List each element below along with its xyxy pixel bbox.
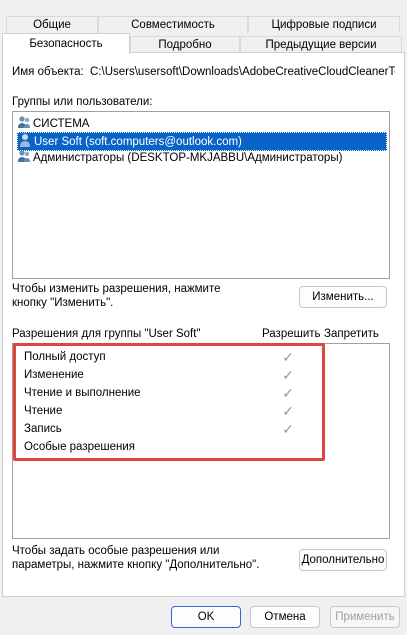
- apply-button[interactable]: Применить: [330, 606, 400, 628]
- list-item-system[interactable]: СИСТЕМА: [17, 115, 89, 132]
- permission-write: Запись: [24, 423, 62, 435]
- users-group-icon: [18, 150, 30, 162]
- allow-check-icon: ✓: [282, 367, 294, 383]
- object-path: C:\Users\usersoft\Downloads\AdobeCreativ…: [90, 66, 395, 78]
- list-item-label: Администраторы (DESKTOP-MKJABBU\Админист…: [33, 152, 343, 164]
- allow-check-icon: ✓: [282, 403, 294, 419]
- permission-modify: Изменение: [24, 369, 84, 381]
- deny-column-header: Запретить: [324, 328, 379, 340]
- allow-check-icon: ✓: [282, 349, 294, 365]
- allow-check-icon: ✓: [282, 385, 294, 401]
- permissions-header: Разрешения для группы "User Soft": [12, 328, 201, 340]
- advanced-button[interactable]: Дополнительно: [299, 549, 387, 571]
- user-icon: [20, 134, 30, 147]
- change-button[interactable]: Изменить...: [299, 286, 387, 308]
- groups-list[interactable]: СИСТЕМА User Soft (soft.computers@outloo…: [12, 111, 390, 279]
- list-item-administrators[interactable]: Администраторы (DESKTOP-MKJABBU\Админист…: [17, 149, 342, 166]
- permission-read-execute: Чтение и выполнение: [24, 387, 141, 399]
- permission-full-access: Полный доступ: [24, 351, 106, 363]
- groups-label: Группы или пользователи:: [12, 96, 153, 108]
- ok-button[interactable]: OK: [171, 606, 241, 628]
- allow-check-icon: ✓: [282, 421, 294, 437]
- object-name-label: Имя объекта:: [12, 66, 84, 78]
- list-item-label: СИСТЕМА: [33, 118, 90, 130]
- change-hint: Чтобы изменить разрешения, нажмите кнопк…: [12, 283, 221, 309]
- users-group-icon: [18, 116, 30, 128]
- permission-read: Чтение: [24, 405, 63, 417]
- advanced-hint: Чтобы задать особые разрешения или парам…: [12, 545, 260, 571]
- allow-column-header: Разрешить: [262, 328, 321, 340]
- permission-special: Особые разрешения: [24, 441, 136, 453]
- cancel-button[interactable]: Отмена: [250, 606, 320, 628]
- list-item-label: User Soft (soft.computers@outlook.com): [34, 136, 242, 148]
